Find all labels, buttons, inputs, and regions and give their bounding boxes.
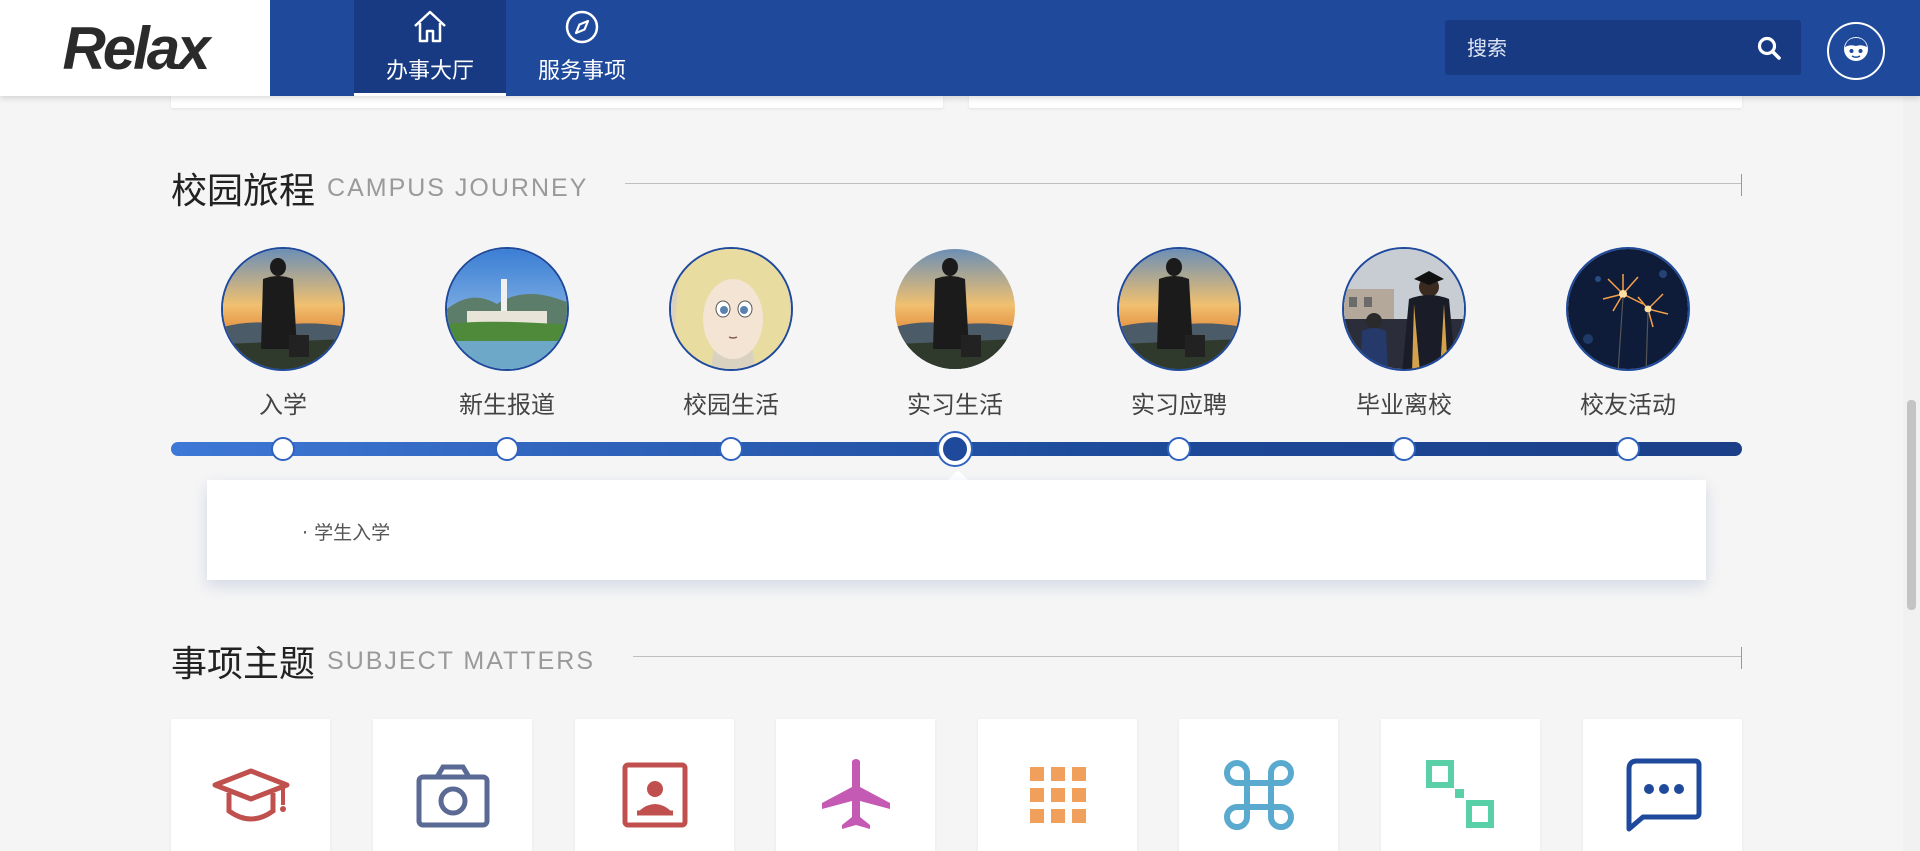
- section-subtitle: CAMPUS JOURNEY: [327, 173, 589, 202]
- nav-item-service-matters[interactable]: 服务事项: [506, 0, 658, 96]
- journey-section-heading: 校园旅程 CAMPUS JOURNEY: [171, 162, 588, 214]
- journey-stage[interactable]: 入学: [221, 247, 345, 420]
- compass-icon: [562, 7, 602, 47]
- detail-item-link[interactable]: · 学生入学: [302, 518, 390, 545]
- section-subtitle: SUBJECT MATTERS: [327, 646, 596, 675]
- subjects-section-heading: 事项主题 SUBJECT MATTERS: [171, 635, 595, 687]
- graduation-cap-icon: [211, 755, 291, 839]
- timeline-node[interactable]: [1392, 437, 1416, 461]
- stage-label: 实习生活: [907, 391, 1003, 419]
- subject-tile[interactable]: [776, 719, 935, 851]
- stage-label: 实习应聘: [1131, 391, 1227, 419]
- subject-tile[interactable]: [373, 719, 532, 851]
- journey-stage[interactable]: 实习应聘: [1117, 247, 1241, 420]
- grid-icon: [1018, 755, 1098, 839]
- logo-text: Relax: [62, 14, 210, 82]
- stage-image: [1117, 247, 1241, 371]
- search-box: [1445, 20, 1801, 75]
- camera-icon: [413, 755, 493, 839]
- subject-tile[interactable]: [978, 719, 1137, 851]
- subject-tile[interactable]: [1179, 719, 1338, 851]
- search-icon[interactable]: [1755, 34, 1783, 62]
- nav-label: 服务事项: [537, 59, 626, 84]
- command-icon: [1219, 755, 1299, 839]
- portrait-icon: [615, 755, 695, 839]
- stage-label: 毕业离校: [1356, 391, 1452, 419]
- journey-stage-active[interactable]: 实习生活: [893, 247, 1017, 420]
- home-icon: [410, 7, 450, 47]
- user-avatar-button[interactable]: [1827, 22, 1885, 80]
- section-divider: [625, 183, 1742, 184]
- stage-image: [221, 247, 345, 371]
- journey-stage[interactable]: 校友活动: [1566, 247, 1690, 420]
- subject-tile[interactable]: [575, 719, 734, 851]
- timeline-node[interactable]: [495, 437, 519, 461]
- subject-tile[interactable]: [1381, 719, 1540, 851]
- stage-label: 入学: [259, 391, 307, 419]
- nav-label: 办事大厅: [385, 59, 474, 84]
- journey-stage[interactable]: 毕业离校: [1342, 247, 1466, 420]
- stage-image: [669, 247, 793, 371]
- stage-label: 校园生活: [683, 391, 779, 419]
- stage-image: [445, 247, 569, 371]
- section-divider-end: [1741, 647, 1742, 669]
- search-input[interactable]: [1445, 35, 1735, 60]
- logo[interactable]: Relax: [0, 0, 270, 96]
- stage-image: [893, 247, 1017, 371]
- journey-stage[interactable]: 校园生活: [669, 247, 793, 420]
- section-divider: [633, 656, 1742, 657]
- page-scrollbar-thumb[interactable]: [1907, 400, 1916, 610]
- stage-image: [1566, 247, 1690, 371]
- section-divider-end: [1741, 174, 1742, 196]
- subject-tile[interactable]: [171, 719, 330, 851]
- section-title: 事项主题: [171, 644, 316, 685]
- stage-detail-card: · 学生入学: [207, 480, 1706, 580]
- top-navbar: Relax 办事大厅 服务事项: [0, 0, 1920, 96]
- stage-label: 校友活动: [1580, 391, 1676, 419]
- airplane-icon: [816, 755, 896, 839]
- connect-squares-icon: [1421, 755, 1501, 839]
- journey-stage[interactable]: 新生报道: [445, 247, 569, 420]
- timeline-node[interactable]: [719, 437, 743, 461]
- timeline-node-active[interactable]: [939, 433, 971, 465]
- chat-dots-icon: [1623, 755, 1703, 839]
- section-title: 校园旅程: [171, 171, 316, 212]
- timeline-node[interactable]: [1167, 437, 1191, 461]
- timeline-node[interactable]: [1616, 437, 1640, 461]
- detail-pointer: [948, 470, 968, 480]
- main-nav: 办事大厅 服务事项: [354, 0, 658, 96]
- stage-image: [1342, 247, 1466, 371]
- user-avatar-icon: [1841, 34, 1871, 68]
- nav-item-service-hall[interactable]: 办事大厅: [354, 0, 506, 96]
- timeline-node[interactable]: [271, 437, 295, 461]
- subject-tile[interactable]: [1583, 719, 1742, 851]
- stage-label: 新生报道: [459, 391, 555, 419]
